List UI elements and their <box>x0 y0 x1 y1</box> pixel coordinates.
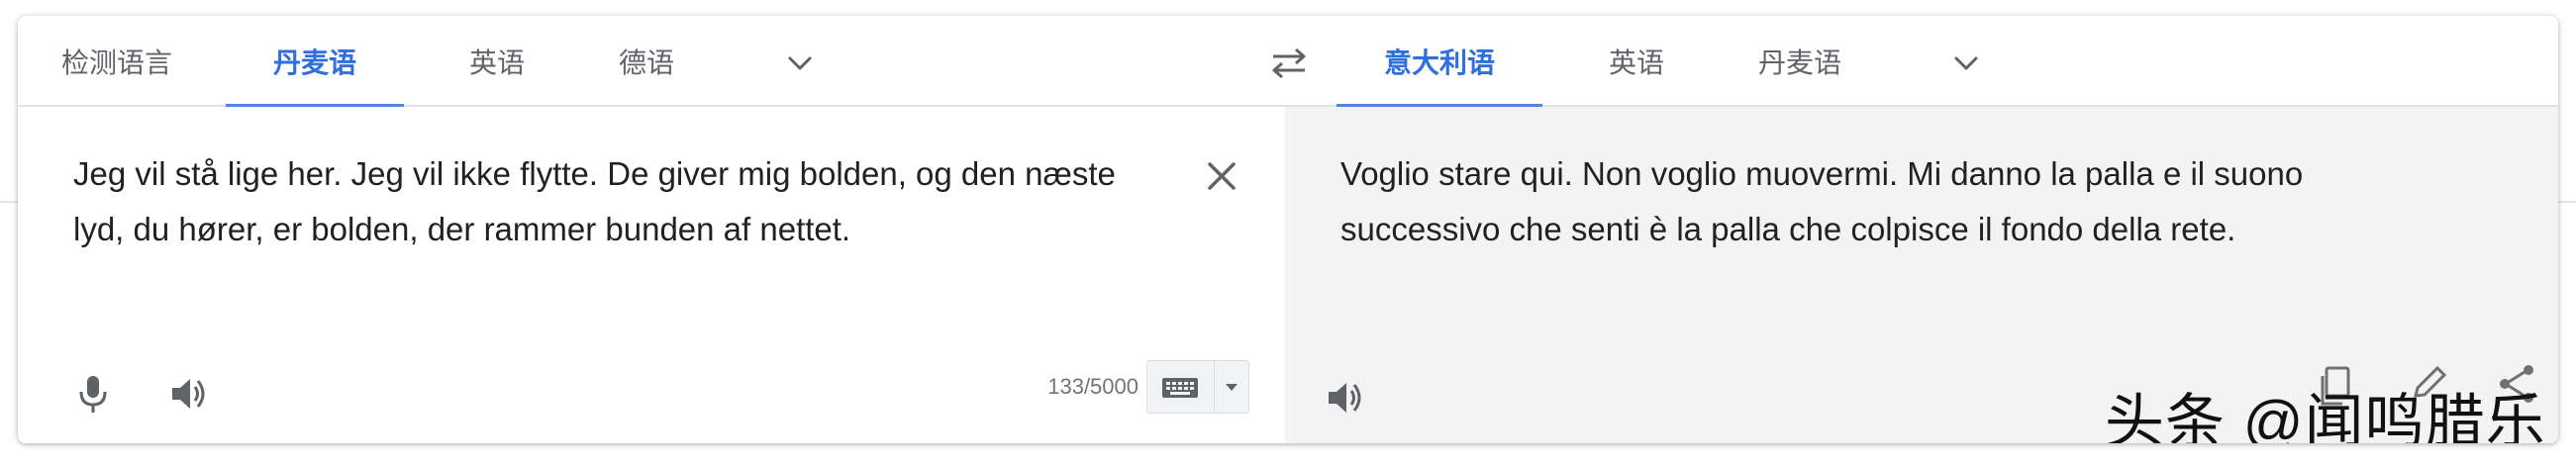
translate-page: 检测语言 丹麦语 英语 德语 意大利语 英语 丹麦语 Jeg vil stå l… <box>0 0 2576 467</box>
swap-languages-icon[interactable] <box>1267 44 1311 83</box>
source-text-input[interactable]: Jeg vil stå lige her. Jeg vil ikke flytt… <box>73 146 1172 257</box>
language-bar: 检测语言 丹麦语 英语 德语 意大利语 英语 丹麦语 <box>18 16 2558 109</box>
keyboard-button[interactable] <box>1146 360 1249 414</box>
keyboard-icon[interactable] <box>1147 361 1215 413</box>
chevron-down-icon[interactable] <box>782 46 818 81</box>
speaker-icon[interactable] <box>166 370 214 418</box>
caret-down-icon[interactable] <box>1215 361 1248 413</box>
chevron-down-icon[interactable] <box>1948 46 1984 81</box>
character-count: 133/5000 <box>1047 374 1139 399</box>
watermark-text: 头条 @闻鸣腊乐 <box>2105 389 2546 443</box>
translation-text: Voglio stare qui. Non voglio muovermi. M… <box>1340 155 2304 247</box>
microphone-icon[interactable] <box>69 370 117 418</box>
tab-source-german[interactable]: 德语 <box>582 16 711 107</box>
tab-source-english[interactable]: 英语 <box>434 16 560 107</box>
tab-detect-language[interactable]: 检测语言 <box>38 16 196 107</box>
tab-target-english[interactable]: 英语 <box>1572 16 1701 107</box>
close-icon[interactable] <box>1202 156 1241 196</box>
tab-target-italian[interactable]: 意大利语 <box>1337 16 1542 109</box>
speaker-icon[interactable] <box>1323 374 1370 421</box>
source-pane: Jeg vil stå lige her. Jeg vil ikke flytt… <box>18 107 1285 443</box>
tab-target-danish[interactable]: 丹麦语 <box>1721 16 1879 107</box>
translator-card: 检测语言 丹麦语 英语 德语 意大利语 英语 丹麦语 Jeg vil stå l… <box>18 16 2558 443</box>
tab-source-danish[interactable]: 丹麦语 <box>226 16 404 109</box>
